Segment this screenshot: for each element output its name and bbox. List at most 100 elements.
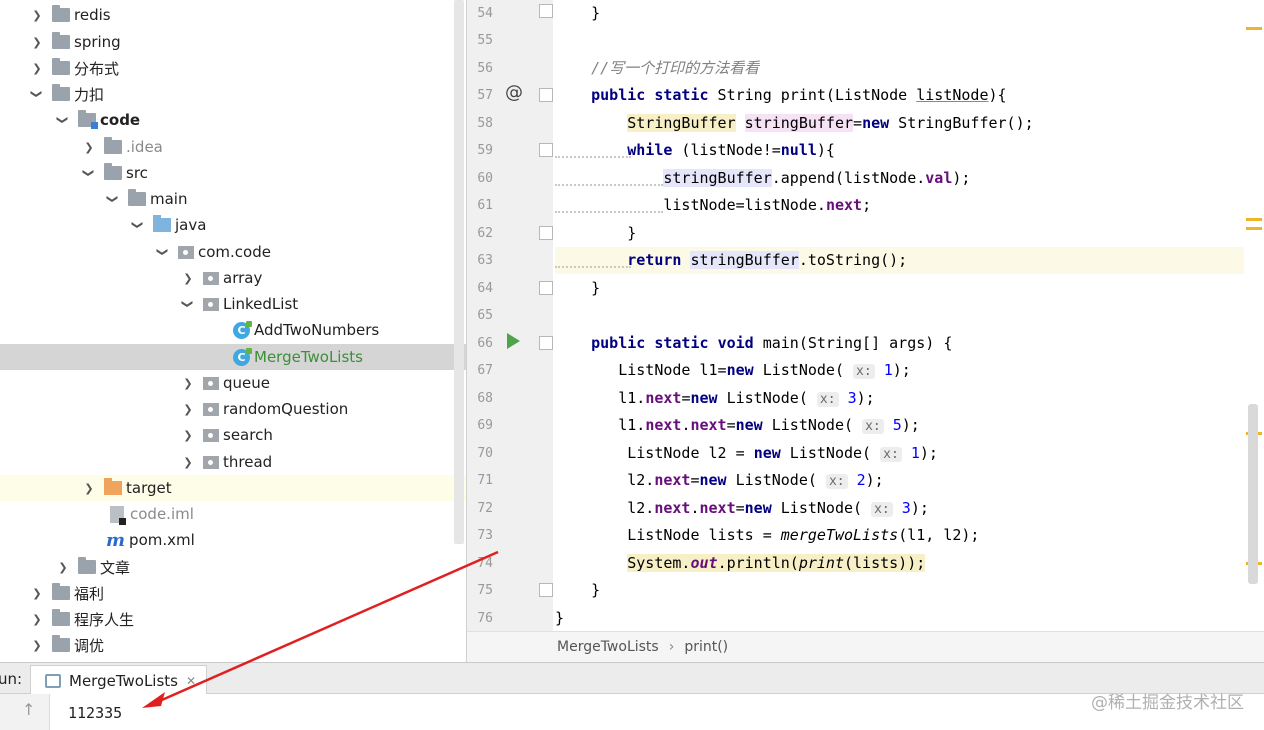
chevron-down-icon[interactable]: ❯: [131, 218, 145, 232]
code-area[interactable]: } //写一个打印的方法看看 public static String prin…: [555, 0, 1263, 631]
tree-item-redis[interactable]: ❯ redis: [0, 2, 466, 28]
chevron-right-icon[interactable]: ❯: [30, 35, 44, 49]
fold-icon[interactable]: [539, 583, 553, 597]
package-icon: [203, 455, 219, 469]
fold-icon[interactable]: [539, 88, 553, 102]
line-number: 74: [477, 556, 493, 571]
fold-icon[interactable]: [539, 226, 553, 240]
tree-item-code-iml[interactable]: code.iml: [0, 501, 466, 527]
fold-icon[interactable]: [539, 143, 553, 157]
tree-item-pom-xml[interactable]: m pom.xml: [0, 527, 466, 553]
run-window-label: un:: [0, 670, 23, 688]
chevron-right-icon[interactable]: ❯: [30, 61, 44, 75]
code-line: StringBuffer stringBuffer=new StringBuff…: [627, 114, 1034, 132]
chevron-down-icon[interactable]: ❯: [106, 192, 120, 206]
tree-item-programmer-life[interactable]: ❯ 程序人生: [0, 606, 466, 632]
chevron-right-icon: ›: [668, 639, 675, 655]
code-line: }: [555, 609, 565, 627]
line-number: 64: [477, 281, 493, 296]
folder-icon: [104, 137, 122, 154]
fold-icon[interactable]: [539, 4, 553, 18]
breadcrumb-file[interactable]: MergeTwoLists: [557, 639, 659, 655]
tree-item-array[interactable]: ❯ array: [0, 265, 466, 291]
tree-item-randomquestion[interactable]: ❯ randomQuestion: [0, 396, 466, 422]
fold-icon[interactable]: [539, 281, 553, 295]
close-icon[interactable]: ✕: [186, 674, 196, 688]
chevron-right-icon[interactable]: ❯: [30, 638, 44, 652]
chevron-right-icon[interactable]: ❯: [30, 612, 44, 626]
code-line: listNode=listNode.next;: [555, 196, 872, 214]
chevron-right-icon[interactable]: ❯: [56, 560, 70, 574]
code-line-current: return stringBuffer.toString();: [555, 247, 1263, 274]
chevron-right-icon[interactable]: ❯: [82, 140, 96, 154]
run-config-icon: [45, 673, 61, 688]
chevron-right-icon[interactable]: ❯: [181, 455, 195, 469]
code-line: }: [555, 279, 601, 297]
tree-item-label: 分布式: [74, 59, 120, 78]
tree-scrollbar[interactable]: [454, 0, 464, 544]
line-number: 72: [477, 501, 493, 516]
folder-icon: [52, 609, 70, 626]
breadcrumb-method[interactable]: print(): [684, 639, 728, 655]
warning-marker[interactable]: [1246, 27, 1262, 30]
warning-marker[interactable]: [1246, 218, 1262, 221]
tree-item-mergetwolists[interactable]: C MergeTwoLists: [0, 344, 466, 370]
tree-item-main[interactable]: ❯ main: [0, 186, 466, 212]
chevron-down-icon[interactable]: ❯: [30, 87, 44, 101]
run-console[interactable]: ↑ 112335 @稀土掘金技术社区: [0, 693, 1264, 730]
chevron-right-icon[interactable]: ❯: [181, 428, 195, 442]
warning-marker[interactable]: [1246, 227, 1262, 230]
module-folder-icon: [78, 110, 98, 129]
code-editor[interactable]: 54 55 56 57 58 59 60 61 62 63 64 65 66 6…: [466, 0, 1264, 662]
tree-item-linkedlist[interactable]: ❯ LinkedList: [0, 291, 466, 317]
tree-item-tuning[interactable]: ❯ 调优: [0, 632, 466, 658]
warning-underline: [555, 211, 663, 213]
chevron-down-icon[interactable]: ❯: [156, 245, 170, 259]
line-number: 61: [477, 198, 493, 213]
code-line: ListNode l1=new ListNode( x: 1);: [555, 361, 911, 379]
tree-item-label: queue: [223, 374, 270, 392]
code-line: System.out.println(print(lists));: [627, 554, 926, 572]
tree-item-addtwonumbers[interactable]: C AddTwoNumbers: [0, 317, 466, 343]
chevron-right-icon[interactable]: ❯: [30, 8, 44, 22]
chevron-down-icon[interactable]: ❯: [181, 297, 195, 311]
excluded-folder-icon: [104, 478, 122, 495]
tree-item-thread[interactable]: ❯ thread: [0, 449, 466, 475]
run-tab-mergetwolists[interactable]: MergeTwoLists ✕: [30, 665, 208, 695]
tree-item-target[interactable]: ❯ target: [0, 475, 466, 501]
tree-item-welfare[interactable]: ❯ 福利: [0, 580, 466, 606]
tree-item-code[interactable]: ❯ code: [0, 107, 466, 133]
line-number: 57: [477, 88, 493, 103]
tree-item-label: .idea: [126, 138, 163, 156]
package-icon: [203, 402, 219, 416]
editor-scrollbar[interactable]: [1248, 404, 1258, 584]
chevron-right-icon[interactable]: ❯: [181, 402, 195, 416]
chevron-right-icon[interactable]: ❯: [181, 271, 195, 285]
maven-icon: m: [106, 529, 126, 551]
chevron-right-icon[interactable]: ❯: [181, 376, 195, 390]
line-number: 63: [477, 253, 493, 268]
tree-item-articles[interactable]: ❯ 文章: [0, 554, 466, 580]
tree-item-label: src: [126, 164, 148, 182]
override-marker-icon[interactable]: @: [505, 82, 523, 103]
run-icon[interactable]: [507, 333, 520, 349]
fold-icon[interactable]: [539, 336, 553, 350]
chevron-down-icon[interactable]: ❯: [56, 113, 70, 127]
package-icon: [203, 297, 219, 311]
tree-item-label: 程序人生: [74, 610, 135, 629]
tree-item-idea[interactable]: ❯ .idea: [0, 134, 466, 160]
chevron-down-icon[interactable]: ❯: [82, 166, 96, 180]
tree-item-src[interactable]: ❯ src: [0, 160, 466, 186]
tree-item-com-code[interactable]: ❯ com.code: [0, 239, 466, 265]
package-icon: [203, 376, 219, 390]
tree-item-java[interactable]: ❯ java: [0, 212, 466, 238]
chevron-right-icon[interactable]: ❯: [82, 481, 96, 495]
arrow-up-icon[interactable]: ↑: [22, 700, 35, 719]
tree-item-queue[interactable]: ❯ queue: [0, 370, 466, 396]
chevron-right-icon[interactable]: ❯: [30, 586, 44, 600]
tree-item-leetcode[interactable]: ❯ 力扣: [0, 81, 466, 107]
tree-item-search[interactable]: ❯ search: [0, 422, 466, 448]
tree-item-spring[interactable]: ❯ spring: [0, 29, 466, 55]
tree-item-distributed[interactable]: ❯ 分布式: [0, 55, 466, 81]
warning-underline: [555, 266, 631, 268]
